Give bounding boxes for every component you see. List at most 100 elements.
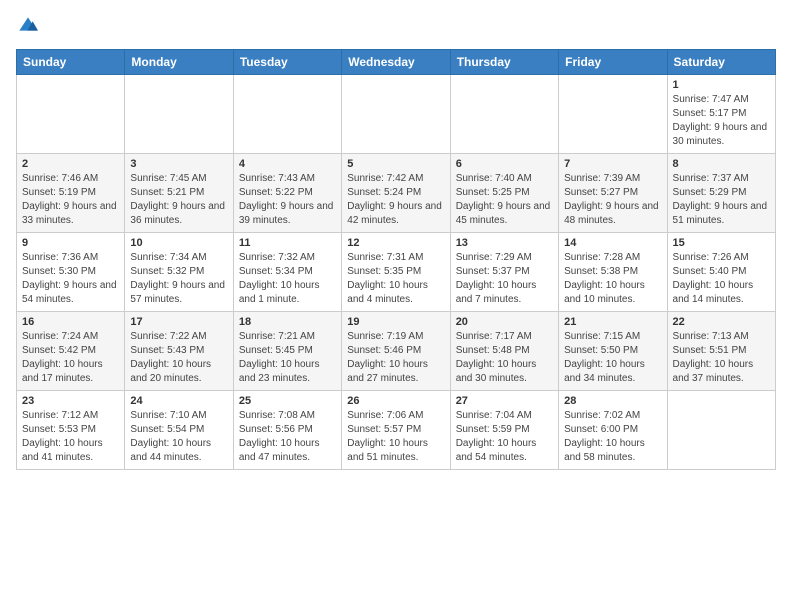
day-info: Sunrise: 7:32 AM Sunset: 5:34 PM Dayligh… (239, 251, 336, 307)
calendar-cell: 16 Sunrise: 7:24 AM Sunset: 5:42 PM Dayli… (17, 312, 125, 391)
day-info: Sunrise: 7:43 AM Sunset: 5:22 PM Dayligh… (239, 172, 336, 228)
weekday-header: Friday (559, 50, 667, 75)
calendar-header-row: SundayMondayTuesdayWednesdayThursdayFrid… (17, 50, 776, 75)
calendar-cell: 6 Sunrise: 7:40 AM Sunset: 5:25 PM Daylig… (450, 154, 558, 233)
calendar-cell: 22 Sunrise: 7:13 AM Sunset: 5:51 PM Dayli… (667, 312, 775, 391)
calendar-cell: 15Sunrise: 7:26 AM Sunset: 5:40 PM Dayli… (667, 233, 775, 312)
day-number: 12 (347, 237, 444, 249)
calendar-week-row: 23 Sunrise: 7:12 AM Sunset: 5:53 PM Dayli… (17, 391, 776, 470)
day-number: 20 (456, 316, 553, 328)
day-info: Sunrise: 7:24 AM Sunset: 5:42 PM Dayligh… (22, 330, 119, 386)
calendar-table: SundayMondayTuesdayWednesdayThursdayFrid… (16, 49, 776, 470)
day-number: 14 (564, 237, 661, 249)
weekday-header: Thursday (450, 50, 558, 75)
weekday-header: Saturday (667, 50, 775, 75)
calendar-cell: 19 Sunrise: 7:19 AM Sunset: 5:46 PM Dayli… (342, 312, 450, 391)
day-info: Sunrise: 7:22 AM Sunset: 5:43 PM Dayligh… (130, 330, 227, 386)
calendar-cell: 26Sunrise: 7:06 AM Sunset: 5:57 PM Dayli… (342, 391, 450, 470)
calendar-week-row: 2 Sunrise: 7:46 AM Sunset: 5:19 PM Daylig… (17, 154, 776, 233)
calendar-cell (667, 391, 775, 470)
day-number: 5 (347, 158, 444, 170)
weekday-header: Sunday (17, 50, 125, 75)
day-info: Sunrise: 7:12 AM Sunset: 5:53 PM Dayligh… (22, 409, 119, 465)
calendar-cell: 11 Sunrise: 7:32 AM Sunset: 5:34 PM Dayli… (233, 233, 341, 312)
calendar-cell: 10 Sunrise: 7:34 AM Sunset: 5:32 PM Dayli… (125, 233, 233, 312)
calendar-cell: 2 Sunrise: 7:46 AM Sunset: 5:19 PM Daylig… (17, 154, 125, 233)
day-info: Sunrise: 7:45 AM Sunset: 5:21 PM Dayligh… (130, 172, 227, 228)
day-number: 18 (239, 316, 336, 328)
day-number: 24 (130, 395, 227, 407)
day-number: 10 (130, 237, 227, 249)
day-info: Sunrise: 7:04 AM Sunset: 5:59 PM Dayligh… (456, 409, 553, 465)
calendar-cell: 24 Sunrise: 7:10 AM Sunset: 5:54 PM Dayli… (125, 391, 233, 470)
calendar-cell: 7 Sunrise: 7:39 AM Sunset: 5:27 PM Daylig… (559, 154, 667, 233)
day-info: Sunrise: 7:37 AM Sunset: 5:29 PM Dayligh… (673, 172, 770, 228)
page-header (16, 16, 776, 41)
day-number: 27 (456, 395, 553, 407)
calendar-week-row: 9 Sunrise: 7:36 AM Sunset: 5:30 PM Daylig… (17, 233, 776, 312)
day-info: Sunrise: 7:15 AM Sunset: 5:50 PM Dayligh… (564, 330, 661, 386)
calendar-cell: 27 Sunrise: 7:04 AM Sunset: 5:59 PM Dayli… (450, 391, 558, 470)
calendar-cell (450, 75, 558, 154)
day-number: 7 (564, 158, 661, 170)
calendar-cell: 17 Sunrise: 7:22 AM Sunset: 5:43 PM Dayli… (125, 312, 233, 391)
day-info: Sunrise: 7:06 AM Sunset: 5:57 PM Dayligh… (347, 409, 444, 465)
calendar-cell (125, 75, 233, 154)
day-number: 23 (22, 395, 119, 407)
calendar-cell: 14 Sunrise: 7:28 AM Sunset: 5:38 PM Dayli… (559, 233, 667, 312)
calendar-week-row: 1 Sunrise: 7:47 AM Sunset: 5:17 PM Daylig… (17, 75, 776, 154)
day-info: Sunrise: 7:31 AM Sunset: 5:35 PM Dayligh… (347, 251, 444, 307)
day-number: 25 (239, 395, 336, 407)
day-number: 2 (22, 158, 119, 170)
day-info: Sunrise: 7:28 AM Sunset: 5:38 PM Dayligh… (564, 251, 661, 307)
day-number: 9 (22, 237, 119, 249)
day-number: 22 (673, 316, 770, 328)
day-number: 13 (456, 237, 553, 249)
calendar-cell: 18 Sunrise: 7:21 AM Sunset: 5:45 PM Dayli… (233, 312, 341, 391)
calendar-cell (342, 75, 450, 154)
calendar-cell: 9 Sunrise: 7:36 AM Sunset: 5:30 PM Daylig… (17, 233, 125, 312)
day-info: Sunrise: 7:39 AM Sunset: 5:27 PM Dayligh… (564, 172, 661, 228)
weekday-header: Tuesday (233, 50, 341, 75)
day-info: Sunrise: 7:21 AM Sunset: 5:45 PM Dayligh… (239, 330, 336, 386)
weekday-header: Monday (125, 50, 233, 75)
day-info: Sunrise: 7:19 AM Sunset: 5:46 PM Dayligh… (347, 330, 444, 386)
calendar-cell: 25Sunrise: 7:08 AM Sunset: 5:56 PM Dayli… (233, 391, 341, 470)
day-info: Sunrise: 7:47 AM Sunset: 5:17 PM Dayligh… (673, 93, 770, 149)
calendar-cell: 23 Sunrise: 7:12 AM Sunset: 5:53 PM Dayli… (17, 391, 125, 470)
weekday-header: Wednesday (342, 50, 450, 75)
calendar-cell: 3 Sunrise: 7:45 AM Sunset: 5:21 PM Daylig… (125, 154, 233, 233)
day-info: Sunrise: 7:29 AM Sunset: 5:37 PM Dayligh… (456, 251, 553, 307)
day-number: 28 (564, 395, 661, 407)
day-info: Sunrise: 7:36 AM Sunset: 5:30 PM Dayligh… (22, 251, 119, 307)
calendar-cell: 13 Sunrise: 7:29 AM Sunset: 5:37 PM Dayli… (450, 233, 558, 312)
day-number: 15 (673, 237, 770, 249)
day-number: 1 (673, 79, 770, 91)
day-info: Sunrise: 7:34 AM Sunset: 5:32 PM Dayligh… (130, 251, 227, 307)
calendar-cell (233, 75, 341, 154)
calendar-cell: 1 Sunrise: 7:47 AM Sunset: 5:17 PM Daylig… (667, 75, 775, 154)
day-number: 17 (130, 316, 227, 328)
day-number: 6 (456, 158, 553, 170)
day-info: Sunrise: 7:46 AM Sunset: 5:19 PM Dayligh… (22, 172, 119, 228)
day-info: Sunrise: 7:10 AM Sunset: 5:54 PM Dayligh… (130, 409, 227, 465)
calendar-cell: 12 Sunrise: 7:31 AM Sunset: 5:35 PM Dayli… (342, 233, 450, 312)
day-info: Sunrise: 7:02 AM Sunset: 6:00 PM Dayligh… (564, 409, 661, 465)
day-number: 11 (239, 237, 336, 249)
day-number: 3 (130, 158, 227, 170)
logo-icon (18, 16, 38, 36)
day-info: Sunrise: 7:13 AM Sunset: 5:51 PM Dayligh… (673, 330, 770, 386)
calendar-cell (17, 75, 125, 154)
day-info: Sunrise: 7:17 AM Sunset: 5:48 PM Dayligh… (456, 330, 553, 386)
calendar-cell: 4 Sunrise: 7:43 AM Sunset: 5:22 PM Daylig… (233, 154, 341, 233)
day-info: Sunrise: 7:40 AM Sunset: 5:25 PM Dayligh… (456, 172, 553, 228)
calendar-cell: 20 Sunrise: 7:17 AM Sunset: 5:48 PM Dayli… (450, 312, 558, 391)
day-number: 4 (239, 158, 336, 170)
day-number: 16 (22, 316, 119, 328)
calendar-cell (559, 75, 667, 154)
day-number: 8 (673, 158, 770, 170)
day-number: 21 (564, 316, 661, 328)
day-number: 19 (347, 316, 444, 328)
calendar-cell: 21 Sunrise: 7:15 AM Sunset: 5:50 PM Dayli… (559, 312, 667, 391)
calendar-cell: 8 Sunrise: 7:37 AM Sunset: 5:29 PM Daylig… (667, 154, 775, 233)
